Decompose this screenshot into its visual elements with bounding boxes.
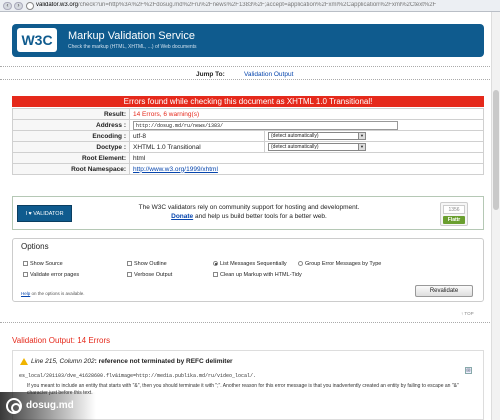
error-text: : reference not terminated by REFC delim… [94,358,233,365]
group-by-type-label: Group Error Messages by Type [305,261,382,267]
root-element-label: Root Element: [12,152,130,164]
checkbox[interactable] [23,261,28,267]
forward-icon[interactable]: › [14,2,23,10]
url-domain: validator.w3.org [36,2,79,8]
chevron-down-icon: ▼ [358,144,365,150]
donate-link[interactable]: Donate [171,213,193,220]
address-input[interactable]: http://dosug.md/ru/news/1383/ [133,120,398,130]
list-sequentially-option[interactable]: List Messages Sequentially [213,261,287,267]
encoding-label: Encoding : [12,130,130,142]
divider [0,322,490,323]
help-link[interactable]: Help [21,291,30,296]
validate-error-pages-option[interactable]: Validate error pages [23,272,79,278]
browser-address-bar: ‹ › validator.w3.org/check?uri=http%3A%2… [0,0,500,12]
sponsor-box: I ♥ VALIDATOR The W3C validators rely on… [12,196,484,230]
jump-label: Jump To: [196,71,225,78]
checkbox[interactable] [127,272,132,278]
top-link[interactable]: ↑ TOP [461,311,474,316]
sponsor-text-2: Donate and help us build better tools fo… [13,213,485,220]
doctype-row: Doctype : XHTML 1.0 Transitional (detect… [12,141,484,153]
show-source-label: Show Source [30,261,63,267]
checkbox[interactable] [213,272,218,278]
show-source-option[interactable]: Show Source [23,261,63,267]
root-namespace-label: Root Namespace: [12,163,130,175]
checkbox[interactable] [127,261,132,267]
error-banner: Errors found while checking this documen… [12,96,484,107]
verbose-output-label: Verbose Output [134,272,173,278]
options-legend: Options [21,242,49,251]
revalidate-button[interactable]: Revalidate [415,285,473,297]
scrollbar[interactable] [491,12,500,420]
sponsor-text: The W3C validators rely on community sup… [138,204,360,211]
root-namespace-row: Root Namespace: http://www.w3.org/1999/x… [12,163,484,175]
validation-output-link[interactable]: Validation Output [244,71,293,78]
doctype-label: Doctype : [12,141,130,153]
encoding-select-value: (detect automatically) [271,133,319,139]
clean-up-option[interactable]: Clean up Markup with HTML-Tidy [213,272,302,278]
dosug-logo-icon [6,398,22,414]
error-message: Line 215, Column 202: reference not term… [31,358,233,365]
list-sequentially-label: List Messages Sequentially [220,261,287,267]
scrollbar-thumb[interactable] [493,90,499,210]
clean-up-label: Clean up Markup with HTML-Tidy [220,272,302,278]
header-banner: W3C Markup Validation Service Check the … [12,24,484,57]
page-title: Markup Validation Service [68,30,195,42]
flattr-count: 1356 [443,205,465,214]
page-icon [26,2,34,10]
help-text: on the options is available. [30,291,85,296]
sponsor-text-rest: and help us build better tools for a bet… [193,213,327,220]
result-label: Result: [12,108,130,120]
address-row: Address : http://dosug.md/ru/news/1383/ [12,119,484,131]
page-subtitle: Check the markup (HTML, XHTML, ...) of W… [68,44,197,50]
result-row: Result: 14 Errors, 6 warning(s) [12,108,484,120]
explanation-icon[interactable]: ✉ [465,367,472,374]
verbose-output-option[interactable]: Verbose Output [127,272,172,278]
error-location: Line 215, Column 202 [31,358,95,365]
url-text[interactable]: validator.w3.org/check?uri=http%3A%2F%2F… [36,2,486,8]
url-path: /check?uri=http%3A%2F%2Fdosug.md%2Fru%2F… [78,2,437,8]
radio-button[interactable] [298,261,303,267]
back-icon[interactable]: ‹ [3,2,12,10]
warning-icon [20,358,28,365]
chevron-down-icon: ▼ [358,133,365,139]
root-element-row: Root Element: html [12,152,484,164]
doctype-select-value: (detect automatically) [271,144,319,150]
radio-button[interactable] [213,261,218,267]
show-outline-option[interactable]: Show Outline [127,261,167,267]
root-namespace-link[interactable]: http://www.w3.org/1999/xhtml [133,166,218,173]
root-element-value: html [129,152,484,164]
doctype-select[interactable]: (detect automatically) ▼ [268,143,366,151]
encoding-select[interactable]: (detect automatically) ▼ [268,132,366,140]
encoding-row: Encoding : utf-8 (detect automatically) ▼ [12,130,484,142]
w3c-logo[interactable]: W3C [17,28,57,52]
options-panel: Options Show Source Show Outline List Me… [12,238,484,302]
watermark-text: dosug.md [26,400,74,411]
error-source-line: es_local/201103/dve_41628600.flv&image=h… [19,373,257,379]
encoding-value: utf-8 [129,130,265,142]
results-table: Result: 14 Errors, 6 warning(s) Address … [12,108,484,175]
validate-error-pages-label: Validate error pages [30,272,80,278]
group-by-type-option[interactable]: Group Error Messages by Type [298,261,381,267]
address-label: Address : [12,119,130,131]
flattr-widget[interactable]: 1356 Flattr [440,202,468,226]
options-help: Help on the options is available. [21,291,85,296]
doctype-value: XHTML 1.0 Transitional [129,141,265,153]
jump-to-bar: Jump To: Validation Output [0,66,490,80]
show-outline-label: Show Outline [134,261,167,267]
result-value: 14 Errors, 6 warning(s) [129,108,484,120]
flattr-button[interactable]: Flattr [443,216,465,224]
checkbox[interactable] [23,272,28,278]
validation-output-heading: Validation Output: 14 Errors [12,336,111,345]
